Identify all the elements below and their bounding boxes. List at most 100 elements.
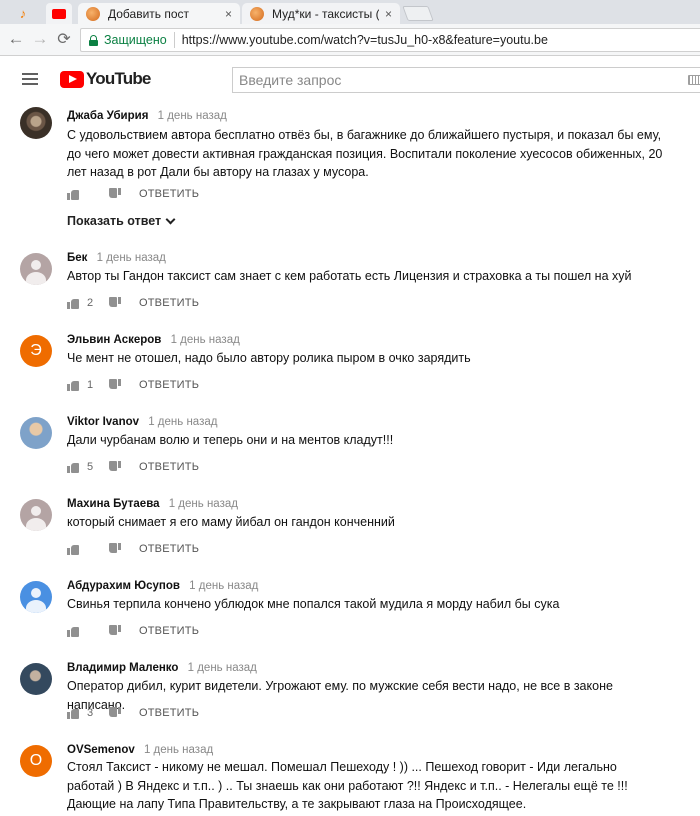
show-replies-button[interactable]: Показать ответ (67, 214, 176, 228)
tab-title: Муд*ки - таксисты (бомбит) (272, 6, 379, 21)
like-count: 2 (87, 297, 94, 309)
thumbs-up-icon[interactable] (67, 379, 79, 391)
comment-author[interactable]: Владимир Маленко (67, 662, 178, 674)
browser-tab-strip: ♪ Добавить пост × Муд*ки - таксисты (бом… (0, 0, 700, 24)
keyboard-icon[interactable] (688, 75, 700, 85)
comment-text: Че мент не отошел, надо было автору роли… (67, 351, 471, 365)
comment-header: Бек 1 день назад (67, 252, 166, 264)
avatar[interactable] (20, 663, 52, 695)
reply-button[interactable]: ОТВЕТИТЬ (139, 625, 199, 637)
show-replies-label: Показать ответ (67, 214, 162, 228)
comment-author[interactable]: OVSemenov (67, 744, 135, 756)
comment-actions: ОТВЕТИТЬ (67, 186, 199, 202)
youtube-header: YouTube Введите запрос (0, 57, 700, 101)
comment-actions: 2 ОТВЕТИТЬ (67, 295, 199, 311)
comment-header: Эльвин Аскеров 1 день назад (67, 334, 240, 346)
comment-text: Свинья терпила кончено ублюдок мне попал… (67, 597, 560, 611)
comment-actions: ОТВЕТИТЬ (67, 623, 199, 639)
thumbs-up-icon[interactable] (67, 707, 79, 719)
thumbs-down-icon[interactable] (109, 188, 121, 200)
avatar[interactable]: Э (20, 335, 52, 367)
comment-time[interactable]: 1 день назад (97, 252, 166, 264)
thumbs-down-icon[interactable] (109, 379, 121, 391)
comment-author[interactable]: Бек (67, 252, 87, 264)
comment-time[interactable]: 1 день назад (188, 662, 257, 674)
comment-text: который снимает я его маму йибал он ганд… (67, 515, 395, 529)
reply-button[interactable]: ОТВЕТИТЬ (139, 188, 199, 200)
youtube-logo[interactable]: YouTube (60, 69, 151, 88)
comment-actions: 1 ОТВЕТИТЬ (67, 377, 199, 393)
comment-time[interactable]: 1 день назад (189, 580, 258, 592)
comment-author[interactable]: Махина Бутаева (67, 498, 160, 510)
browser-tab-1[interactable]: Добавить пост × (78, 3, 240, 24)
avatar[interactable] (20, 499, 52, 531)
comment-header: Viktor Ivanov 1 день назад (67, 416, 217, 428)
comment-text: Дали чурбанам волю и теперь они и на мен… (67, 433, 394, 447)
play-logo-icon (60, 70, 84, 88)
search-input[interactable]: Введите запрос (232, 67, 700, 93)
avatar[interactable] (20, 417, 52, 449)
pinned-tab-music[interactable]: ♪ (10, 3, 36, 24)
thumbs-down-icon[interactable] (109, 707, 121, 719)
comment-time[interactable]: 1 день назад (158, 110, 227, 122)
reply-button[interactable]: ОТВЕТИТЬ (139, 297, 199, 309)
close-tab-icon[interactable]: × (225, 7, 232, 21)
comment-author[interactable]: Абдурахим Юсупов (67, 580, 180, 592)
comment-author[interactable]: Эльвин Аскеров (67, 334, 161, 346)
logo-text: YouTube (86, 69, 151, 88)
thumbs-up-icon[interactable] (67, 188, 79, 200)
address-bar[interactable]: Защищено https://www.youtube.com/watch?v… (80, 28, 700, 52)
tab-title: Добавить пост (108, 6, 190, 21)
comment-time[interactable]: 1 день назад (148, 416, 217, 428)
comment-author[interactable]: Viktor Ivanov (67, 416, 139, 428)
avatar[interactable] (20, 107, 52, 139)
youtube-icon (52, 8, 66, 19)
url-text[interactable]: https://www.youtube.com/watch?v=tusJu_h0… (182, 33, 548, 47)
close-tab-icon[interactable]: × (385, 7, 392, 21)
comment-actions: 5 ОТВЕТИТЬ (67, 459, 199, 475)
comment-header: Владимир Маленко 1 день назад (67, 662, 257, 674)
comment-text: Автор ты Гандон таксист сам знает с кем … (67, 269, 632, 283)
reply-button[interactable]: ОТВЕТИТЬ (139, 461, 199, 473)
divider (173, 32, 175, 48)
avatar[interactable] (20, 253, 52, 285)
browser-tab-2[interactable]: Муд*ки - таксисты (бомбит) × (242, 3, 400, 24)
like-count: 5 (87, 461, 94, 473)
thumbs-down-icon[interactable] (109, 543, 121, 555)
thumbs-up-icon[interactable] (67, 297, 79, 309)
comment-time[interactable]: 1 день назад (144, 744, 213, 756)
pinned-tab-youtube[interactable] (46, 3, 72, 24)
thumbs-down-icon[interactable] (109, 625, 121, 637)
avatar[interactable]: O (20, 745, 52, 777)
forward-arrow-icon[interactable]: → (30, 29, 50, 49)
comment-time[interactable]: 1 день назад (169, 498, 238, 510)
thumbs-down-icon[interactable] (109, 297, 121, 309)
like-count: 3 (87, 707, 94, 719)
comment-header: Махина Бутаева 1 день назад (67, 498, 238, 510)
thumbs-up-icon[interactable] (67, 543, 79, 555)
hamburger-menu-icon[interactable] (22, 73, 38, 85)
reply-button[interactable]: ОТВЕТИТЬ (139, 707, 199, 719)
back-arrow-icon[interactable]: ← (6, 29, 26, 49)
reply-button[interactable]: ОТВЕТИТЬ (139, 543, 199, 555)
comment-header: Джаба Убирия 1 день назад (67, 110, 227, 122)
security-label: Защищено (104, 33, 167, 47)
thumbs-up-icon[interactable] (67, 625, 79, 637)
comment-time[interactable]: 1 день назад (171, 334, 240, 346)
browser-toolbar: ← → ⟳ Защищено https://www.youtube.com/w… (0, 24, 700, 56)
comment-text: Стоял Таксист - никому не мешал. Помешал… (67, 760, 628, 811)
music-note-icon: ♪ (19, 6, 27, 21)
reply-button[interactable]: ОТВЕТИТЬ (139, 379, 199, 391)
thumbs-up-icon[interactable] (67, 461, 79, 473)
comment-actions: 3 ОТВЕТИТЬ (67, 705, 199, 721)
like-count: 1 (87, 379, 94, 391)
new-tab-button[interactable] (402, 6, 434, 21)
comment-header: Абдурахим Юсупов 1 день назад (67, 580, 258, 592)
avatar[interactable] (20, 581, 52, 613)
tab-favicon-icon (250, 6, 264, 21)
comment-author[interactable]: Джаба Убирия (67, 110, 148, 122)
lock-icon (89, 34, 98, 46)
reload-icon[interactable]: ⟳ (54, 29, 74, 49)
thumbs-down-icon[interactable] (109, 461, 121, 473)
chevron-down-icon (165, 214, 176, 224)
